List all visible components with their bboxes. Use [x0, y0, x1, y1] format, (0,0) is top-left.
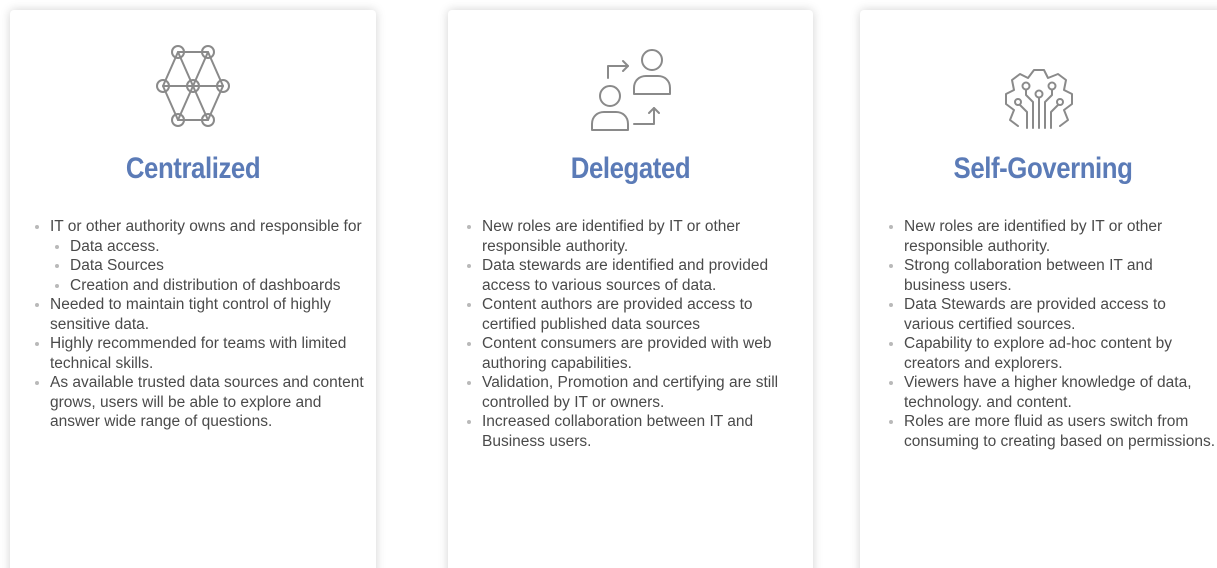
list-item: Data Sources: [50, 256, 366, 276]
list-item: Creation and distribution of dashboards: [50, 276, 366, 296]
user-transfer-icon: [576, 38, 686, 138]
bullet-list: New roles are identified by IT or other …: [886, 217, 1216, 451]
list-item: Roles are more fluid as users switch fro…: [886, 412, 1216, 451]
list-item: Data access.: [50, 237, 366, 257]
governance-model-cards: Centralized IT or other authority owns a…: [0, 0, 1217, 568]
list-item: Content authors are provided access to c…: [464, 295, 803, 334]
list-item: Viewers have a higher knowledge of data,…: [886, 373, 1216, 412]
network-nodes-icon: [138, 38, 248, 138]
sub-bullet-list: Data access. Data Sources Creation and d…: [50, 237, 366, 296]
bullet-list: IT or other authority owns and responsib…: [32, 217, 366, 432]
gear-circuit-icon: [988, 38, 1098, 138]
card-title: Centralized: [125, 152, 261, 185]
bullet-list: New roles are identified by IT or other …: [464, 217, 803, 451]
card-delegated: Delegated New roles are identified by IT…: [448, 10, 813, 568]
list-item: Data Stewards are provided access to var…: [886, 295, 1216, 334]
card-centralized: Centralized IT or other authority owns a…: [10, 10, 376, 568]
card-self-governing: Self-Governing New roles are identified …: [860, 10, 1217, 568]
list-item: Strong collaboration between IT and busi…: [886, 256, 1216, 295]
list-item: New roles are identified by IT or other …: [886, 217, 1216, 256]
list-item: As available trusted data sources and co…: [32, 373, 366, 432]
list-item: Content consumers are provided with web …: [464, 334, 803, 373]
list-item: Highly recommended for teams with limite…: [32, 334, 366, 373]
list-item: Validation, Promotion and certifying are…: [464, 373, 803, 412]
list-item: New roles are identified by IT or other …: [464, 217, 803, 256]
list-item: Data stewards are identified and provide…: [464, 256, 803, 295]
list-item: Increased collaboration between IT and B…: [464, 412, 803, 451]
card-title: Self-Governing: [953, 152, 1133, 185]
card-title: Delegated: [570, 152, 691, 185]
list-item: Needed to maintain tight control of high…: [32, 295, 366, 334]
list-item: Capability to explore ad-hoc content by …: [886, 334, 1216, 373]
list-item: IT or other authority owns and responsib…: [32, 217, 366, 295]
